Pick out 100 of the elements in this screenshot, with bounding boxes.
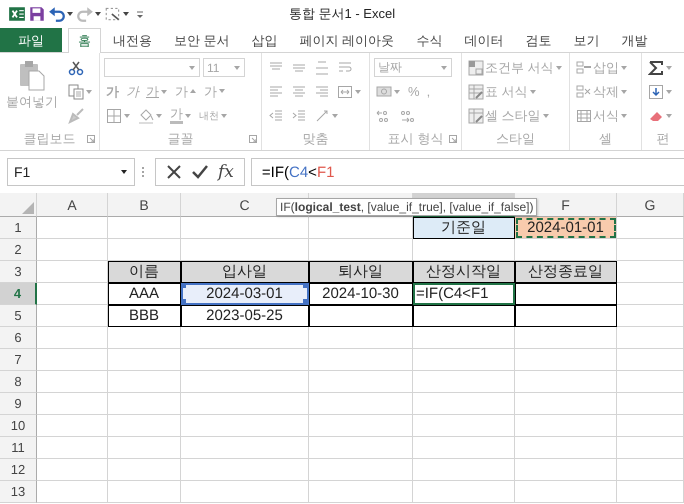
grid-cell[interactable] [413,437,515,459]
grid-cell[interactable] [108,217,181,239]
row-header[interactable]: 3 [0,261,37,283]
grid-cell[interactable] [108,437,181,459]
grid-cell[interactable] [181,371,309,393]
row-header[interactable]: 5 [0,305,37,327]
ribbon-tab[interactable]: 데이터 [454,28,514,52]
grid-cell[interactable] [617,371,684,393]
grid-cell[interactable] [37,415,108,437]
grid-cell[interactable] [108,459,181,481]
grid-cell[interactable] [617,217,684,239]
grid-cell[interactable] [617,305,684,327]
undo-button[interactable] [48,5,74,23]
select-all-corner[interactable] [0,193,37,217]
grid-cell[interactable] [617,261,684,283]
insert-function-button[interactable]: fx [218,162,234,182]
ribbon-tab[interactable]: 페이지 레이아웃 [290,28,404,52]
grid-cell[interactable] [37,481,108,503]
grid-cell[interactable] [413,327,515,349]
grid-cell[interactable] [617,327,684,349]
row-header[interactable]: 2 [0,239,37,261]
row-header[interactable]: 11 [0,437,37,459]
grid-cell[interactable] [37,217,108,239]
grid-cell[interactable] [108,349,181,371]
column-header[interactable]: B [139,196,149,212]
row-header[interactable]: 1 [0,217,37,239]
row-header[interactable]: 13 [0,481,37,503]
grid-cell[interactable] [309,327,413,349]
grid-cell[interactable] [413,459,515,481]
grid-cell[interactable] [515,393,617,415]
grid-cell[interactable] [413,393,515,415]
grid-cell[interactable] [108,393,181,415]
grid-cell[interactable] [181,327,309,349]
grid-cell[interactable] [309,393,413,415]
grid-cell[interactable] [413,415,515,437]
grid-cell[interactable] [617,481,684,503]
grid-cell[interactable] [309,481,413,503]
grid-cell[interactable] [515,415,617,437]
grid-cell[interactable] [181,459,309,481]
grid-cell[interactable] [37,437,108,459]
grid-cell[interactable] [37,349,108,371]
redo-button[interactable] [76,5,102,23]
enter-button[interactable] [192,164,208,180]
grid-cell[interactable] [309,349,413,371]
grid-cell[interactable] [309,437,413,459]
grid-cell[interactable] [108,415,181,437]
grid-cell[interactable] [108,481,181,503]
row-header[interactable]: 10 [0,415,37,437]
grid-cell[interactable] [181,481,309,503]
name-box[interactable]: F1 [7,158,135,186]
ribbon-tab[interactable]: 내전용 [103,28,162,52]
grid-cell[interactable] [309,415,413,437]
ribbon-tab[interactable]: 수식 [406,28,452,52]
grid-cell[interactable] [515,437,617,459]
ribbon-tab[interactable]: 검토 [515,28,562,52]
grid-cell[interactable] [309,459,413,481]
ribbon-tab[interactable]: 삽입 [242,28,288,52]
cancel-button[interactable] [166,164,182,180]
row-header[interactable]: 6 [0,327,37,349]
grid-cell[interactable] [37,305,108,327]
grid-cell[interactable] [181,437,309,459]
grid-cell[interactable] [515,349,617,371]
grid-cell[interactable] [617,459,684,481]
grid-cell[interactable] [108,327,181,349]
grid-cell[interactable] [617,239,684,261]
save-button[interactable] [28,5,46,23]
grid-cell[interactable] [617,349,684,371]
ribbon-tab[interactable]: 보기 [563,28,610,52]
grid-cell[interactable] [617,415,684,437]
row-header[interactable]: 8 [0,371,37,393]
grid-cell[interactable] [515,371,617,393]
column-header[interactable]: G [644,196,656,212]
grid-cell[interactable] [37,283,108,305]
row-header[interactable]: 12 [0,459,37,481]
grid-cell[interactable] [37,371,108,393]
grid-cell[interactable] [309,371,413,393]
row-header[interactable]: 7 [0,349,37,371]
grid-cell[interactable] [617,437,684,459]
grid-cell[interactable] [413,371,515,393]
grid-cell[interactable] [617,283,684,305]
grid-cell[interactable] [37,393,108,415]
grid-cell[interactable] [413,349,515,371]
ribbon-tab[interactable]: 보안 문서 [164,28,240,52]
grid-cell[interactable] [37,459,108,481]
grid-cell[interactable] [108,371,181,393]
grid-cell[interactable] [181,217,309,239]
file-tab[interactable]: 파일 [0,28,62,52]
grid-cell[interactable] [617,393,684,415]
grid-cell[interactable] [181,415,309,437]
grid-cell[interactable] [181,393,309,415]
column-header[interactable]: C [239,196,250,212]
formula-field[interactable]: =IF(C4<F1 [250,158,684,186]
touch-mode-button[interactable] [104,5,130,23]
grid-cell[interactable] [181,349,309,371]
grid-cell[interactable] [515,459,617,481]
row-header[interactable]: 4 [0,283,37,305]
cell-editor[interactable]: =IF(C4<F1 [413,283,515,305]
grid-cell[interactable] [37,239,108,261]
grid-cell[interactable] [515,327,617,349]
grid-cell[interactable] [37,327,108,349]
